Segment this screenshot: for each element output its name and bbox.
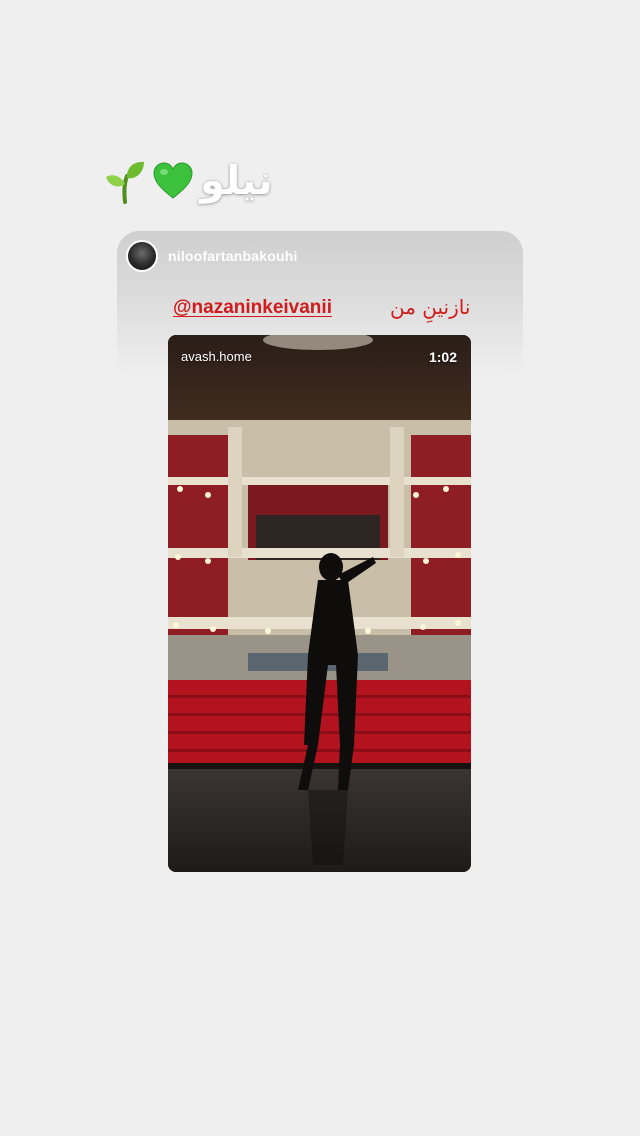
post-username[interactable]: niloofartanbakouhi: [168, 248, 298, 264]
persian-caption: نازنینِ من: [390, 295, 471, 319]
mention-link[interactable]: @nazaninkeivanii: [173, 297, 332, 319]
video-account-label[interactable]: avash.home: [181, 349, 252, 364]
green-heart-icon: [153, 162, 193, 199]
post-header[interactable]: niloofartanbakouhi: [126, 240, 298, 272]
video-duration: 1:02: [428, 349, 457, 365]
caption-text: نیلو: [200, 158, 273, 204]
avatar[interactable]: [126, 240, 158, 272]
story-caption: نیلو: [104, 158, 273, 204]
theater-video-frame: [168, 335, 471, 872]
video-player[interactable]: avash.home 1:02: [168, 335, 471, 872]
seedling-icon: [106, 161, 144, 204]
